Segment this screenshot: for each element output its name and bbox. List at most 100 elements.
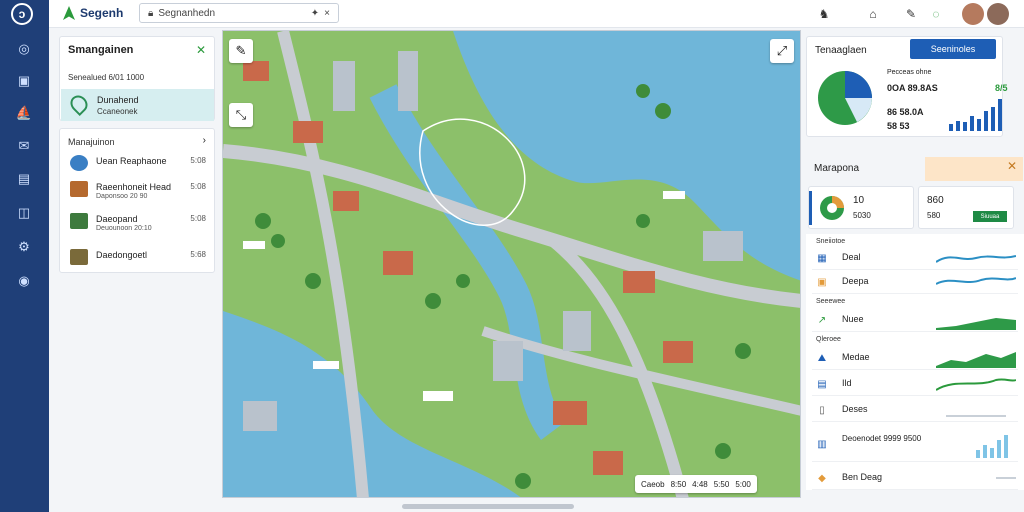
bar bbox=[976, 450, 980, 458]
row-label: Deepa bbox=[842, 276, 869, 286]
chart-icon: ▦ bbox=[817, 252, 827, 264]
location-name: Dunahend bbox=[97, 95, 139, 105]
bar bbox=[970, 116, 974, 131]
bar bbox=[984, 111, 988, 131]
map-status-bar: Caeob 8:50 4:48 5:50 5:00 bbox=[635, 475, 757, 493]
draw-tool-icon[interactable]: ✎ bbox=[229, 39, 253, 63]
ship-icon[interactable]: ⛵ bbox=[15, 104, 33, 122]
group-label: Seeewee bbox=[816, 298, 846, 305]
group-label: Sneiiotoe bbox=[816, 238, 846, 245]
sparkline bbox=[936, 378, 1016, 391]
compass-icon[interactable]: ◉ bbox=[15, 272, 33, 290]
bar bbox=[963, 122, 967, 131]
close-icon[interactable]: ✕ bbox=[1007, 159, 1017, 173]
package-icon[interactable]: ◫ bbox=[15, 204, 33, 222]
brand[interactable]: Segenh bbox=[63, 6, 123, 20]
list-item[interactable]: ▯ Deses bbox=[812, 398, 1018, 422]
card-button[interactable]: Siuuaa bbox=[973, 211, 1007, 222]
location-sub: Ccaneonek bbox=[97, 107, 138, 116]
calendar-icon[interactable]: ▤ bbox=[15, 170, 33, 188]
stats-button[interactable]: Seeninoles bbox=[910, 39, 996, 59]
item-value: 5:68 bbox=[190, 250, 206, 259]
search-input[interactable]: 🔒︎ Segnanhedn ✦ × bbox=[139, 3, 339, 23]
brand-name: Segenh bbox=[80, 6, 124, 20]
table-icon: ▥ bbox=[817, 438, 827, 450]
status-label: Caeob bbox=[641, 479, 665, 489]
status-value: 8:50 bbox=[670, 479, 687, 489]
donut-chart bbox=[820, 196, 844, 220]
group-label: Qleroee bbox=[816, 336, 841, 343]
pie-chart bbox=[818, 71, 872, 125]
list-item[interactable]: Uean Reaphaone 5:08 bbox=[68, 153, 210, 175]
layer-panel: Manajuinon › Uean Reaphaone 5:08 Raeenho… bbox=[59, 128, 215, 273]
avatar-secondary[interactable] bbox=[987, 3, 1009, 25]
sparkline bbox=[936, 255, 1016, 263]
item-value: 5:08 bbox=[190, 182, 206, 191]
city-map[interactable]: ✎ ⤡ ⤢ Caeob 8:50 4:48 5:50 5:00 bbox=[222, 30, 801, 498]
row-label: Deoenodet 9999 9500 bbox=[842, 434, 922, 443]
bag-icon[interactable]: ⌂ bbox=[864, 5, 882, 23]
status-value: 5:00 bbox=[735, 479, 751, 489]
stats-panel: Tenaaglaen Seeninoles Pecceas ohne 0OA 8… bbox=[806, 36, 1008, 137]
person-icon[interactable]: ♞ bbox=[815, 5, 833, 23]
park-icon bbox=[70, 213, 88, 229]
list-item[interactable]: ↗ Nuee bbox=[812, 308, 1018, 332]
bar bbox=[949, 124, 953, 131]
calendar-icon: ▤ bbox=[817, 378, 827, 390]
panel-subtitle: Senealued 6/01 1000 bbox=[68, 73, 145, 82]
list-item[interactable]: Raeenhoneit Head 5:08 Daponsoo 20 90 bbox=[68, 179, 210, 207]
bar bbox=[991, 107, 995, 131]
avatar[interactable] bbox=[962, 3, 984, 25]
selected-location[interactable]: Dunahend Ccaneonek bbox=[61, 89, 214, 121]
tag-icon: ◆ bbox=[818, 472, 826, 484]
horizontal-scrollbar[interactable] bbox=[402, 504, 574, 509]
summary-card[interactable]: 860 580 Siuuaa bbox=[918, 186, 1014, 229]
list-item[interactable]: ▤ Ild bbox=[812, 372, 1018, 396]
sparkline bbox=[936, 318, 1016, 330]
globe-icon bbox=[70, 155, 88, 171]
chevron-right-icon[interactable]: › bbox=[203, 135, 206, 146]
list-item[interactable]: ▥ Deoenodet 9999 9500 bbox=[812, 428, 1018, 462]
ruler-icon[interactable]: ⤡ bbox=[229, 103, 253, 127]
bar-label: 8/5 bbox=[995, 83, 1008, 93]
expand-icon[interactable]: ⤢ bbox=[770, 39, 794, 63]
row-label: Deal bbox=[842, 252, 861, 262]
chat-icon[interactable]: ✉ bbox=[15, 137, 33, 155]
message-icon[interactable]: ✎ bbox=[902, 5, 920, 23]
card-value: 860 bbox=[927, 195, 944, 206]
mountain-icon: ⛰ bbox=[817, 352, 827, 364]
settings-icon[interactable]: ⚙ bbox=[15, 238, 33, 256]
app-logo[interactable]: ↄ bbox=[11, 3, 33, 25]
bar bbox=[956, 121, 960, 131]
list-item[interactable]: Daeopand 5:08 Deuounoon 20:10 bbox=[68, 211, 210, 239]
list-item[interactable]: Daedongoetl 5:68 bbox=[68, 247, 210, 269]
row-label: Nuee bbox=[842, 314, 864, 324]
stats-line: 0OA 89.8AS bbox=[887, 83, 938, 93]
list-item[interactable]: ⛰ Medae bbox=[812, 346, 1018, 370]
list-item[interactable]: ▣ Deepa bbox=[812, 270, 1018, 294]
bar bbox=[998, 99, 1002, 131]
box-icon: ▣ bbox=[817, 276, 827, 288]
notification-icon[interactable]: ◌ bbox=[927, 5, 945, 23]
bar-chart bbox=[976, 432, 1008, 458]
document-icon[interactable]: ▣ bbox=[15, 72, 33, 90]
accent-bar bbox=[809, 191, 812, 225]
home-icon[interactable]: ◎ bbox=[15, 40, 33, 58]
item-sub: Daponsoo 20 90 bbox=[96, 193, 148, 200]
nav-rail: ↄ ◎ ▣ ⛵ ✉ ▤ ◫ ⚙ ◉ bbox=[0, 0, 49, 512]
clear-icon[interactable]: × bbox=[324, 8, 330, 19]
card-sub: 580 bbox=[927, 211, 941, 220]
map-canvas[interactable] bbox=[223, 31, 801, 498]
close-icon[interactable]: ✕ bbox=[196, 43, 206, 57]
list-item[interactable]: ▦ Deal bbox=[812, 246, 1018, 270]
search-value: Segnanhedn bbox=[158, 7, 216, 19]
status-value: 4:48 bbox=[692, 479, 708, 489]
bar-chart bbox=[949, 97, 1002, 131]
stats-title: Tenaaglaen bbox=[815, 45, 867, 56]
bar bbox=[990, 448, 994, 458]
list-item[interactable]: ◆ Ben Deag bbox=[812, 466, 1018, 490]
item-value: 5:08 bbox=[190, 214, 206, 223]
summary-card[interactable]: 10 5030 bbox=[808, 186, 914, 229]
star-icon[interactable]: ✦ bbox=[311, 8, 319, 19]
sparkline bbox=[946, 415, 1006, 417]
